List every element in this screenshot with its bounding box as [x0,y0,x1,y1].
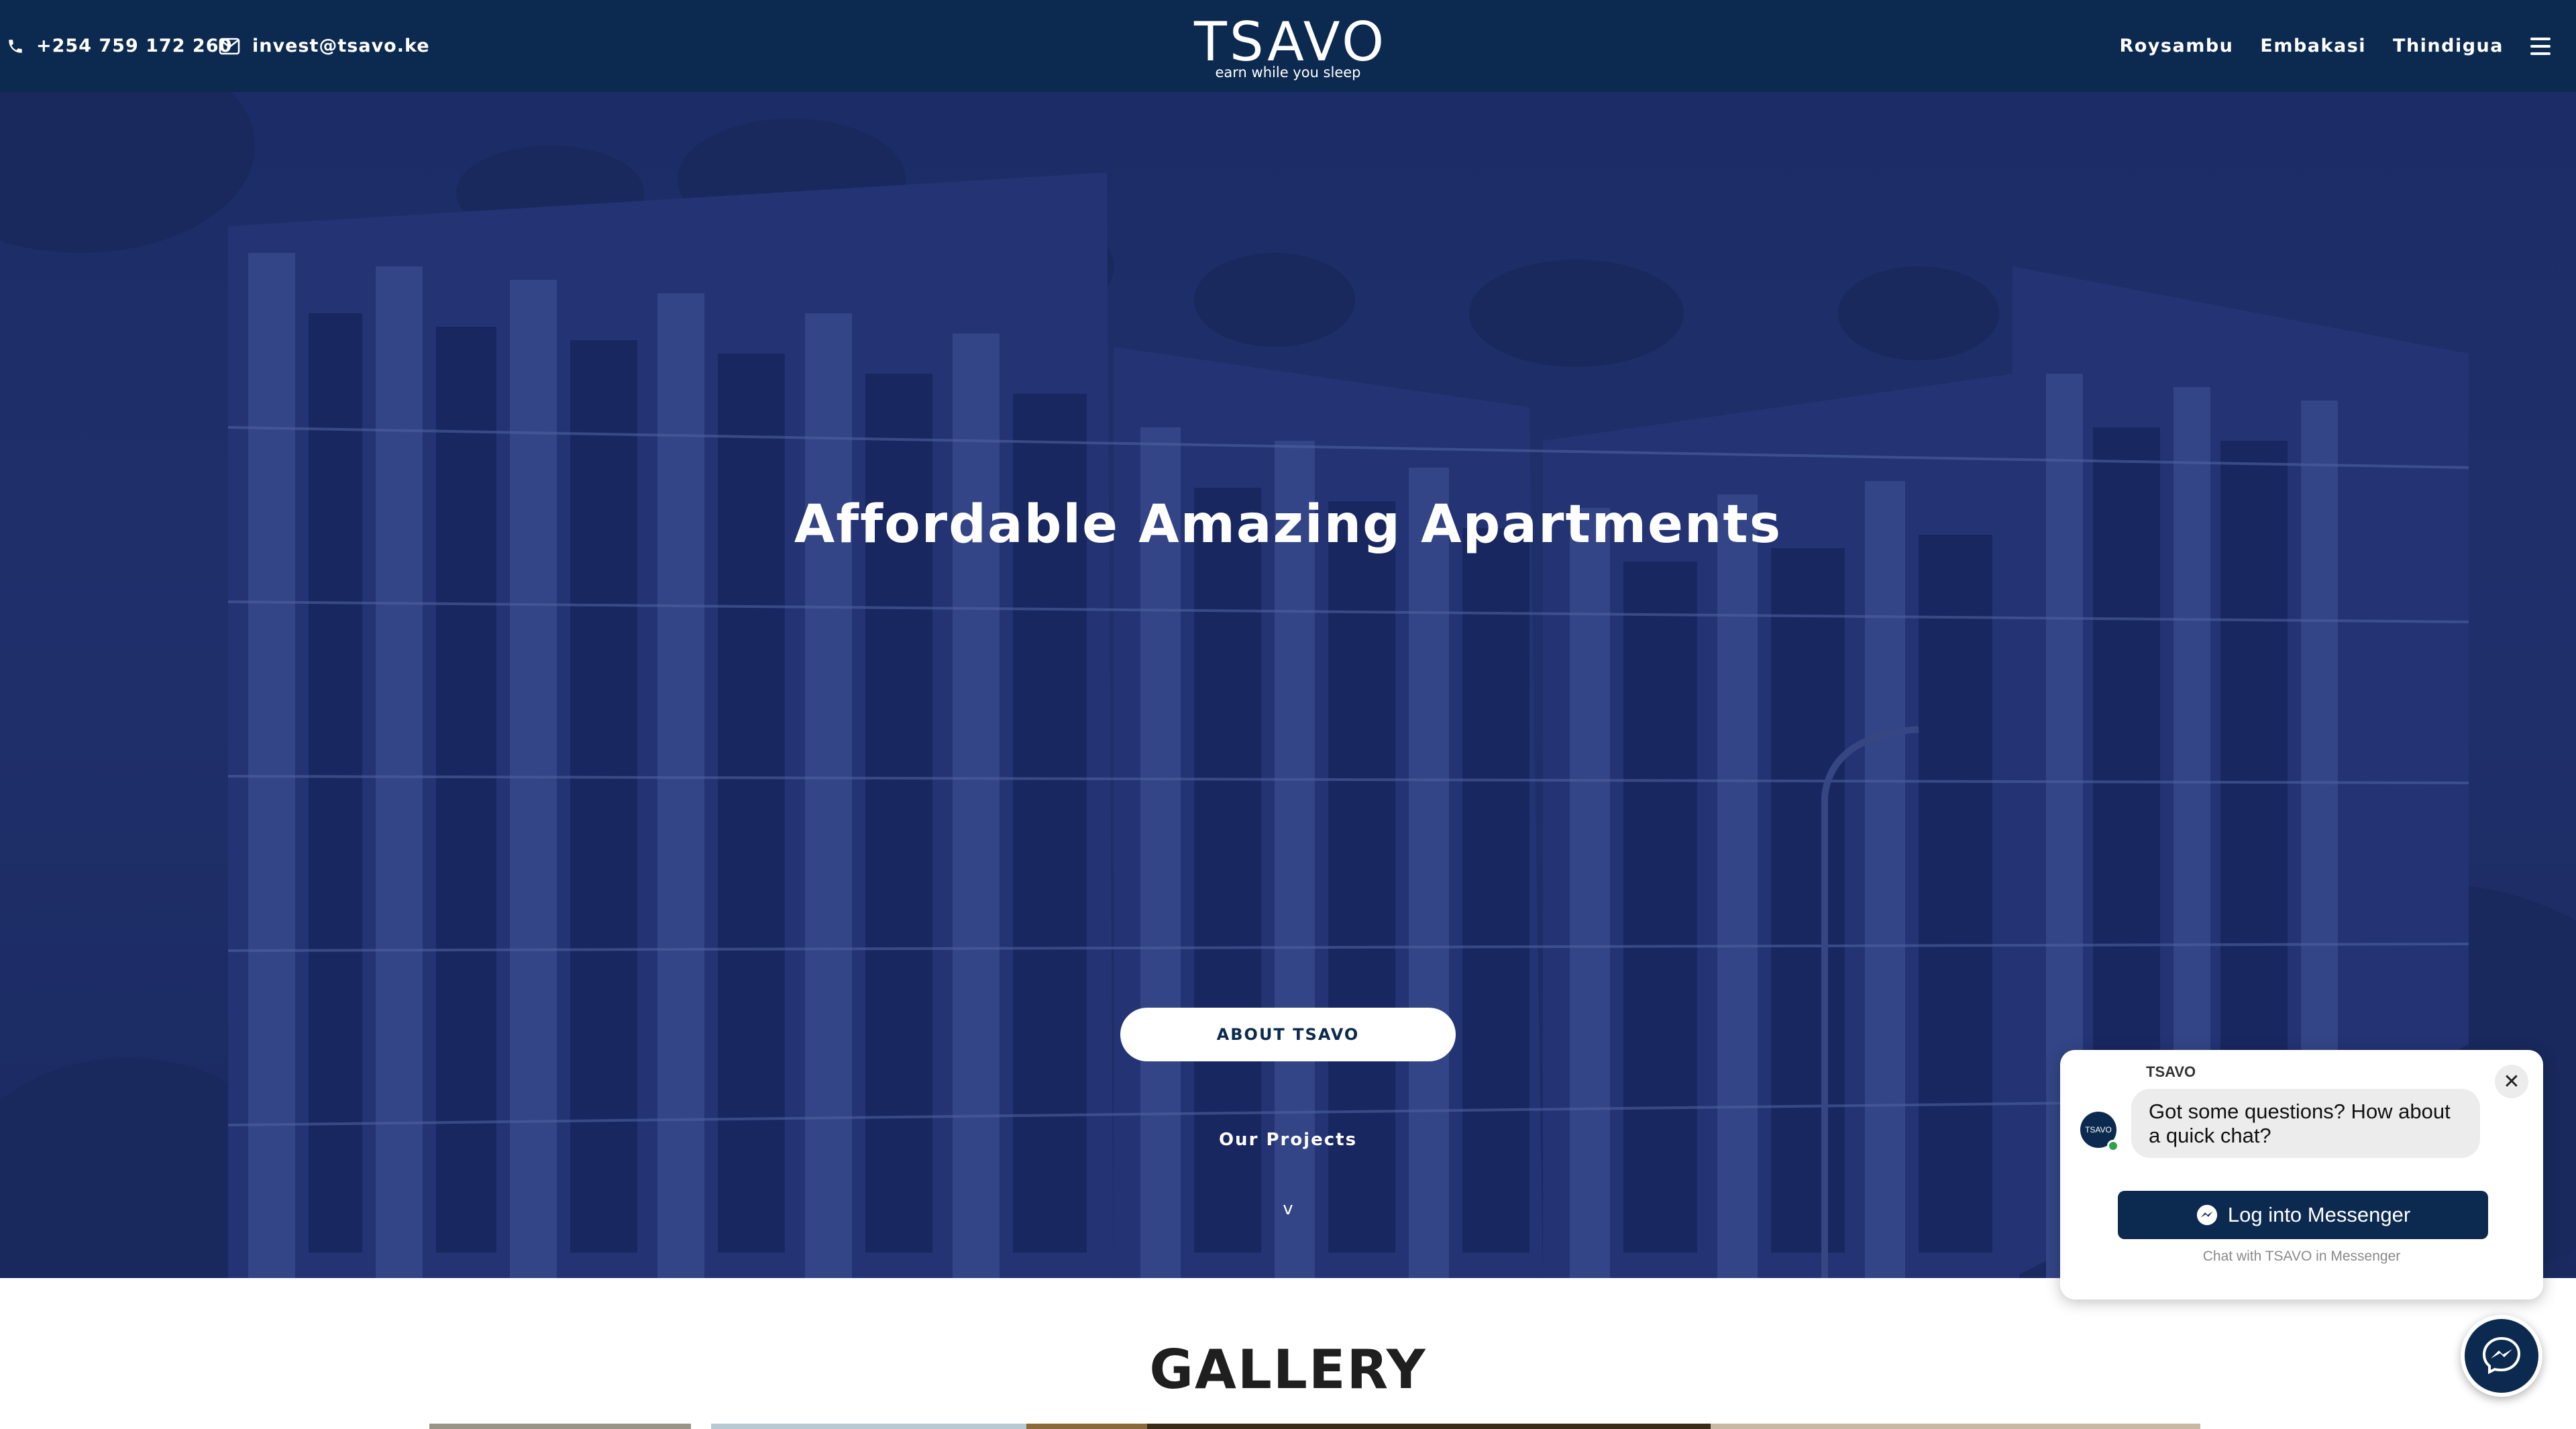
main-nav: Roysambu Embakasi Thindigua [2119,0,2551,92]
gallery-heading: GALLERY [1149,1338,1427,1401]
messenger-launcher-button[interactable] [2461,1315,2542,1397]
phone-number: +254 759 172 260 [36,36,233,56]
messenger-icon [2482,1336,2521,1375]
logo-tagline: earn while you sleep [1215,64,1361,81]
gallery-images-strip [429,1424,2200,1429]
email-address: invest@tsavo.ke [252,36,430,56]
online-status-dot [2107,1140,2119,1152]
login-label: Log into Messenger [2227,1203,2411,1226]
close-icon[interactable]: ✕ [2495,1065,2528,1098]
chat-brand-name: TSAVO [2146,1063,2196,1080]
gallery-image[interactable] [1026,1424,1147,1429]
gallery-image[interactable] [429,1424,691,1429]
phone-icon [9,39,22,53]
gallery-image[interactable] [1147,1424,1711,1429]
about-tsavo-button[interactable]: ABOUT TSAVO [1120,1008,1456,1061]
site-header: +254 759 172 260 invest@tsavo.ke TSAVO e… [0,0,2576,92]
nav-link-thindigua[interactable]: Thindigua [2393,36,2504,56]
messenger-icon [2196,1204,2217,1226]
log-into-messenger-button[interactable]: Log into Messenger [2118,1191,2488,1239]
email-contact[interactable]: invest@tsavo.ke [219,0,430,92]
envelope-icon [219,38,240,54]
messenger-chat-widget: TSAVO TSAVO Got some questions? How abou… [2060,1050,2543,1300]
hamburger-icon[interactable] [2530,37,2551,55]
gallery-image[interactable] [711,1424,1026,1429]
phone-contact[interactable]: +254 759 172 260 [7,0,232,92]
nav-link-roysambu[interactable]: Roysambu [2119,36,2233,56]
gallery-image[interactable] [1711,1424,2200,1429]
hero-heading: Affordable Amazing Apartments [794,494,1782,555]
logo-wordmark: TSAVO [1194,11,1387,73]
gallery-image[interactable] [691,1424,711,1429]
chat-message-bubble: Got some questions? How about a quick ch… [2131,1089,2480,1158]
tsavo-logo[interactable]: TSAVO earn while you sleep [1194,11,1387,81]
chat-subtext: Chat with TSAVO in Messenger [2202,1249,2401,1264]
nav-link-embakasi[interactable]: Embakasi [2260,36,2366,56]
